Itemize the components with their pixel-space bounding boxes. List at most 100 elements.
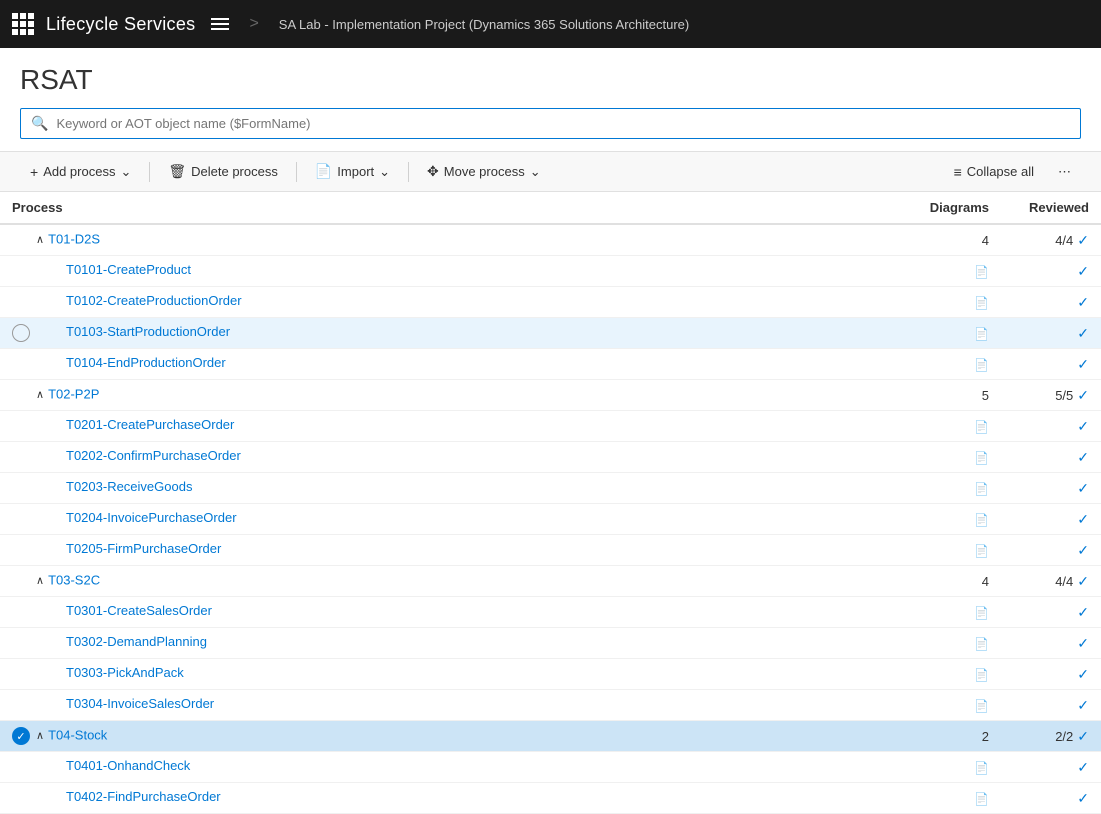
breadcrumb: SA Lab - Implementation Project (Dynamic… [279,17,689,32]
diagram-icon[interactable]: 📄 [974,482,989,496]
item-name: T0401-OnhandCheck [50,758,190,773]
group-name: T04-Stock [48,727,107,742]
table-row[interactable]: ∧T03-S2C44/4✓ [0,566,1101,597]
item-name: T0303-PickAndPack [50,665,184,680]
diagram-icon[interactable]: 📄 [974,420,989,434]
reviewed-checkmark: ✓ [1077,728,1089,744]
item-name: T0101-CreateProduct [50,262,191,277]
process-table: Process Diagrams Reviewed ∧T01-D2S44/4✓T… [0,192,1101,814]
search-input[interactable] [56,116,1070,131]
diagrams-cell: 📄 [918,411,1001,442]
diagram-icon[interactable]: 📄 [974,265,989,279]
reviewed-checkmark: ✓ [1077,542,1089,558]
expand-chevron[interactable]: ∧ [36,575,44,587]
hamburger-icon[interactable] [211,18,229,30]
add-process-button[interactable]: + Add process ⌄ [20,159,141,185]
diagram-icon[interactable]: 📄 [974,606,989,620]
item-name: T0302-DemandPlanning [50,634,207,649]
process-cell: ∧T03-S2C [0,566,918,597]
process-cell: T0102-CreateProductionOrder [0,287,918,318]
diagram-icon[interactable]: 📄 [974,451,989,465]
reviewed-checkmark: ✓ [1077,573,1089,589]
diagram-icon[interactable]: 📄 [974,513,989,527]
reviewed-cell: ✓ [1001,473,1101,504]
more-options-button[interactable]: ⋯ [1048,159,1081,185]
diagram-icon[interactable]: 📄 [974,761,989,775]
diagrams-cell: 📄 [918,783,1001,814]
app-grid-icon[interactable] [12,13,34,35]
reviewed-cell: ✓ [1001,318,1101,349]
table-row[interactable]: T0103-StartProductionOrder📄✓ [0,318,1101,349]
reviewed-cell: ✓ [1001,287,1101,318]
reviewed-checkmark: ✓ [1077,356,1089,372]
process-table-container: Process Diagrams Reviewed ∧T01-D2S44/4✓T… [0,192,1101,814]
expand-chevron[interactable]: ∧ [36,234,44,246]
reviewed-checkmark: ✓ [1077,263,1089,279]
diagram-icon[interactable]: 📄 [974,668,989,682]
row-checkbox-checked[interactable]: ✓ [12,727,30,745]
diagram-icon[interactable]: 📄 [974,699,989,713]
diagram-icon[interactable]: 📄 [974,358,989,372]
table-row[interactable]: T0301-CreateSalesOrder 📄 ✓ [0,597,1101,628]
toolbar-separator-1 [149,162,150,182]
page-title: RSAT [0,48,1101,108]
search-icon: 🔍 [31,115,48,132]
import-button[interactable]: 📄 Import ⌄ [305,158,400,185]
table-row[interactable]: T0203-ReceiveGoods📄✓ [0,473,1101,504]
reviewed-checkmark: ✓ [1077,604,1089,620]
diagrams-cell: 📄 [918,287,1001,318]
table-row[interactable]: T0205-FirmPurchaseOrder📄✓ [0,535,1101,566]
table-row[interactable]: ✓∧T04-Stock22/2✓ [0,721,1101,752]
table-row[interactable]: T0402-FindPurchaseOrder📄✓ [0,783,1101,814]
diagrams-cell: 📄 [918,659,1001,690]
reviewed-cell: ✓ [1001,411,1101,442]
toolbar-separator-2 [296,162,297,182]
item-name: T0102-CreateProductionOrder [50,293,242,308]
process-cell: T0402-FindPurchaseOrder [0,783,918,814]
move-process-button[interactable]: ✥ Move process ⌄ [417,158,551,185]
table-row[interactable]: T0102-CreateProductionOrder 📄 ✓ [0,287,1101,318]
process-cell: T0301-CreateSalesOrder [0,597,918,628]
table-row[interactable]: T0204-InvoicePurchaseOrder📄✓ [0,504,1101,535]
table-row[interactable]: T0202-ConfirmPurchaseOrder 📄 ✓ [0,442,1101,473]
table-row[interactable]: T0302-DemandPlanning📄✓ [0,628,1101,659]
move-process-chevron: ⌄ [530,164,541,180]
process-cell: T0101-CreateProduct [0,256,918,287]
col-reviewed: Reviewed [1001,192,1101,224]
table-row[interactable]: T0304-InvoiceSalesOrder📄✓ [0,690,1101,721]
reviewed-cell: ✓ [1001,752,1101,783]
expand-chevron[interactable]: ∧ [36,730,44,742]
table-row[interactable]: T0104-EndProductionOrder📄✓ [0,349,1101,380]
reviewed-count: 2/2 [1055,729,1073,744]
row-checkbox-empty[interactable] [12,324,30,342]
diagram-icon[interactable]: 📄 [974,327,989,341]
item-name: T0301-CreateSalesOrder [50,603,212,618]
diagrams-cell: 📄 [918,442,1001,473]
table-row[interactable]: T0303-PickAndPack📄✓ [0,659,1101,690]
reviewed-cell: ✓ [1001,442,1101,473]
diagram-icon[interactable]: 📄 [974,296,989,310]
diagrams-cell: 5 [918,380,1001,411]
item-name: T0201-CreatePurchaseOrder [50,417,234,432]
table-row[interactable]: ∧T01-D2S44/4✓ [0,224,1101,256]
col-process: Process [0,192,918,224]
table-row[interactable]: T0401-OnhandCheck 📄 ✓ [0,752,1101,783]
diagram-icon[interactable]: 📄 [974,637,989,651]
item-name: T0202-ConfirmPurchaseOrder [50,448,241,463]
process-cell: T0303-PickAndPack [0,659,918,690]
process-cell: T0304-InvoiceSalesOrder [0,690,918,721]
table-row[interactable]: T0201-CreatePurchaseOrder 📄 ✓ [0,411,1101,442]
diagram-icon[interactable]: 📄 [974,544,989,558]
process-cell: T0302-DemandPlanning [0,628,918,659]
delete-process-button[interactable]: 🗑 Delete process [158,158,288,185]
reviewed-cell: ✓ [1001,783,1101,814]
diagrams-cell: 📄 [918,628,1001,659]
collapse-all-button[interactable]: ≡ Collapse all [944,159,1044,185]
table-row[interactable]: T0101-CreateProduct 📄 ✓ [0,256,1101,287]
item-name: T0204-InvoicePurchaseOrder [50,510,237,525]
reviewed-cell: ✓ [1001,535,1101,566]
expand-chevron[interactable]: ∧ [36,389,44,401]
table-row[interactable]: ∧T02-P2P55/5✓ [0,380,1101,411]
process-cell: T0202-ConfirmPurchaseOrder [0,442,918,473]
diagrams-cell: 📄 [918,535,1001,566]
